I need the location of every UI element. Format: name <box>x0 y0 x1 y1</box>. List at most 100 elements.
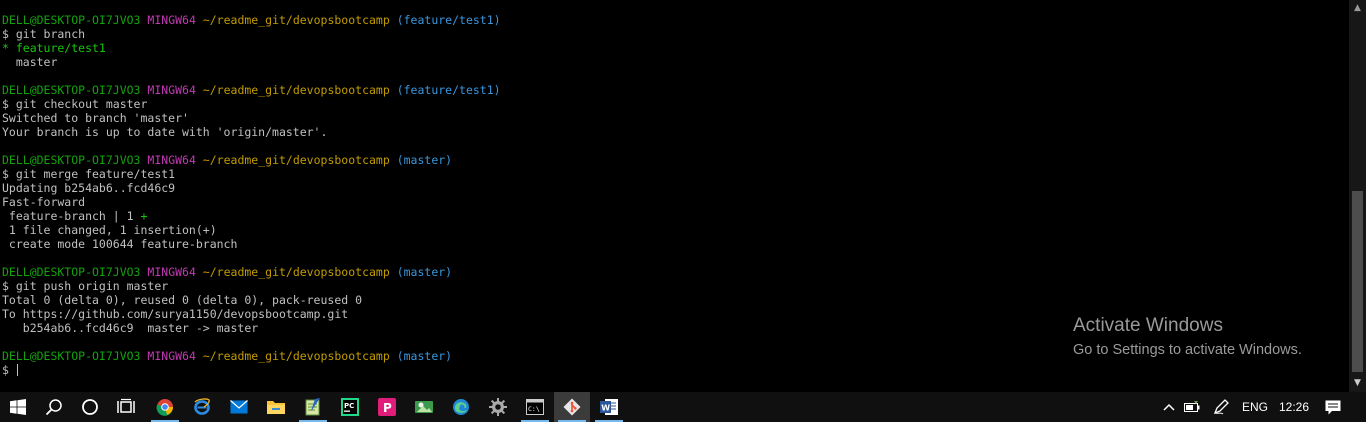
taskbar-git-bash[interactable] <box>554 392 590 422</box>
svg-text:PC: PC <box>344 402 354 410</box>
terminal-text: Total 0 (delta 0), reused 0 (delta 0), p… <box>2 293 363 307</box>
terminal-text: create mode 100644 feature-branch <box>2 237 238 251</box>
edge-icon <box>453 399 469 415</box>
taskbar: PC P C:\ W ENG 12:26 <box>0 392 1366 422</box>
taskbar-chrome[interactable] <box>147 392 183 422</box>
terminal-line: Switched to branch 'master' <box>2 111 501 125</box>
terminal-line: $ git branch <box>2 27 501 41</box>
taskbar-photos[interactable] <box>406 392 442 422</box>
terminal-line: Updating b254ab6..fcd46c9 <box>2 181 501 195</box>
terminal-line: create mode 100644 feature-branch <box>2 237 501 251</box>
scroll-down-icon[interactable]: ▼ <box>1349 375 1366 392</box>
taskbar-file-explorer[interactable] <box>258 392 294 422</box>
terminal-text: $ git merge feature/test1 <box>2 167 176 181</box>
terminal-text: DELL@DESKTOP-OI7JVO3 <box>2 153 141 167</box>
search-icon <box>45 399 62 416</box>
pen-icon <box>1213 399 1229 415</box>
taskbar-edge[interactable] <box>443 392 479 422</box>
taskbar-pycharm[interactable]: PC <box>332 392 368 422</box>
terminal-text: $ git push origin master <box>2 279 169 293</box>
taskbar-command-prompt[interactable]: C:\ <box>517 392 553 422</box>
activate-windows-watermark: Activate Windows Go to Settings to activ… <box>1073 314 1302 360</box>
terminal-line: Your branch is up to date with 'origin/m… <box>2 125 501 139</box>
terminal-text: 1 file changed, 1 insertion(+) <box>2 223 217 237</box>
terminal-line: $ git push origin master <box>2 279 501 293</box>
svg-text:W: W <box>601 404 610 413</box>
show-hidden-icons-button[interactable] <box>1158 392 1180 422</box>
terminal-line: feature-branch | 1 + <box>2 209 501 223</box>
terminal-line: master <box>2 55 501 69</box>
svg-text:P: P <box>383 401 392 415</box>
terminal-line: b254ab6..fcd46c9 master -> master <box>2 321 501 335</box>
terminal-text: MINGW64 <box>147 265 196 279</box>
terminal-scrollbar[interactable]: ▲ ▼ <box>1349 0 1366 392</box>
photos-icon <box>415 401 433 413</box>
terminal-text: Updating b254ab6..fcd46c9 <box>2 181 176 195</box>
terminal-text: MINGW64 <box>147 83 196 97</box>
terminal-line: To https://github.com/surya1150/devopsbo… <box>2 307 501 321</box>
file-explorer-icon <box>267 401 285 414</box>
terminal-line: DELL@DESKTOP-OI7JVO3 MINGW64 ~/readme_gi… <box>2 349 501 363</box>
watermark-subtitle: Go to Settings to activate Windows. <box>1073 342 1302 358</box>
terminal-line: $ git checkout master <box>2 97 501 111</box>
terminal-line: DELL@DESKTOP-OI7JVO3 MINGW64 ~/readme_gi… <box>2 83 501 97</box>
terminal-line: Total 0 (delta 0), reused 0 (delta 0), p… <box>2 293 501 307</box>
action-center-button[interactable] <box>1319 392 1347 422</box>
terminal-text: To https://github.com/surya1150/devopsbo… <box>2 307 349 321</box>
windows-start-icon <box>10 399 26 415</box>
terminal-text: (master) <box>396 349 453 363</box>
scroll-up-icon[interactable]: ▲ <box>1349 0 1366 17</box>
terminal-line: DELL@DESKTOP-OI7JVO3 MINGW64 ~/readme_gi… <box>2 153 501 167</box>
cmd-icon: C:\ <box>526 399 544 415</box>
terminal-line: 1 file changed, 1 insertion(+) <box>2 223 501 237</box>
terminal-text: MINGW64 <box>147 349 196 363</box>
taskbar-p-app[interactable]: P <box>369 392 405 422</box>
settings-icon <box>489 398 507 416</box>
terminal-text: ~/readme_git/devopsbootcamp <box>202 349 390 363</box>
taskbar-internet-explorer[interactable] <box>184 392 220 422</box>
terminal-line: * feature/test1 <box>2 41 501 55</box>
terminal-text: master <box>2 55 58 69</box>
start-button[interactable] <box>0 392 36 422</box>
terminal-text: DELL@DESKTOP-OI7JVO3 <box>2 265 141 279</box>
terminal-text: DELL@DESKTOP-OI7JVO3 <box>2 83 141 97</box>
terminal-line: DELL@DESKTOP-OI7JVO3 MINGW64 ~/readme_gi… <box>2 13 501 27</box>
taskbar-notepad[interactable] <box>295 392 331 422</box>
terminal-text: ~/readme_git/devopsbootcamp <box>202 265 390 279</box>
terminal-text: $ git checkout master <box>2 97 148 111</box>
terminal-text: Switched to branch 'master' <box>2 111 189 125</box>
input-language[interactable]: ENG <box>1237 392 1273 422</box>
mail-icon <box>230 400 248 414</box>
terminal-text: (master) <box>396 153 453 167</box>
battery-plug-icon <box>1184 401 1200 412</box>
terminal-text: * feature/test1 <box>2 41 106 55</box>
terminal-text: ~/readme_git/devopsbootcamp <box>202 153 390 167</box>
terminal-text: MINGW64 <box>147 13 196 27</box>
taskbar-settings[interactable] <box>480 392 516 422</box>
taskbar-mail[interactable] <box>221 392 257 422</box>
search-button[interactable] <box>36 392 72 422</box>
notepad-icon <box>305 398 320 416</box>
scrollbar-thumb[interactable] <box>1352 191 1363 372</box>
terminal-line: Fast-forward <box>2 195 501 209</box>
terminal-text: ~/readme_git/devopsbootcamp <box>202 83 390 97</box>
task-view-icon <box>117 398 135 413</box>
terminal-text: DELL@DESKTOP-OI7JVO3 <box>2 349 141 363</box>
task-view-button[interactable] <box>108 392 144 422</box>
chrome-icon <box>156 399 174 416</box>
word-icon: W <box>600 399 618 415</box>
pen-workspace-button[interactable] <box>1210 392 1232 422</box>
cortana-button[interactable] <box>72 392 108 422</box>
terminal-text: MINGW64 <box>147 153 196 167</box>
clock[interactable]: 12:26 <box>1276 392 1312 422</box>
notification-icon <box>1325 400 1341 414</box>
taskbar-word[interactable]: W <box>591 392 627 422</box>
battery-status-button[interactable] <box>1182 392 1204 422</box>
